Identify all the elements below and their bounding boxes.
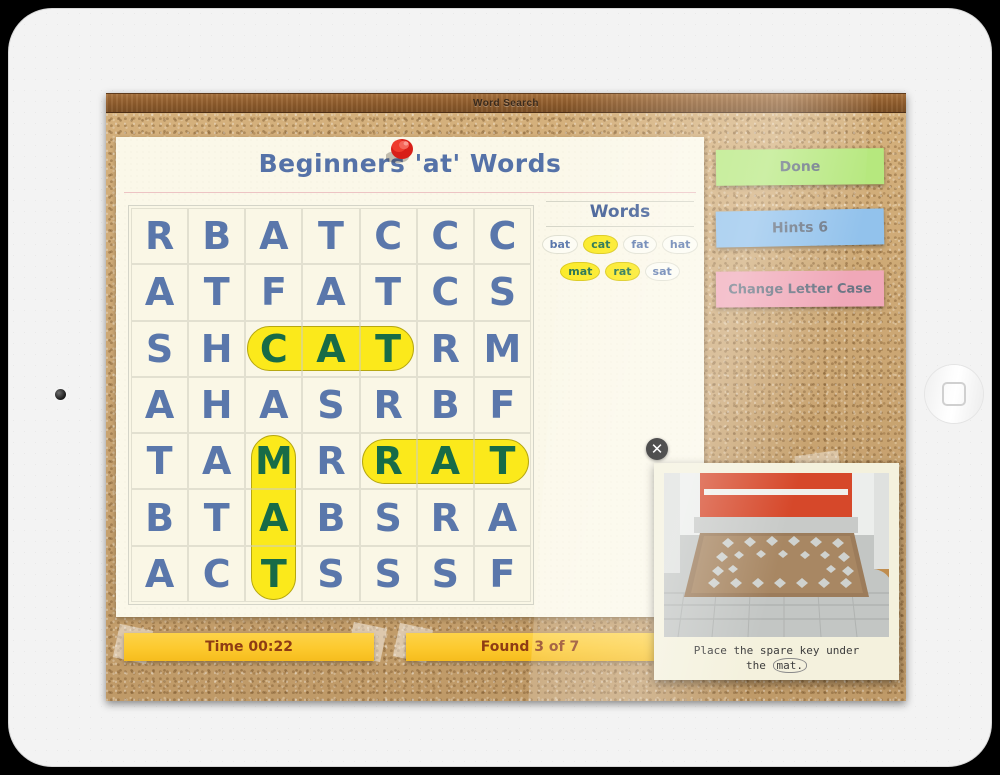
grid-cell[interactable]: A xyxy=(131,546,188,602)
grid-cell[interactable]: A xyxy=(474,489,531,545)
grid-cell[interactable]: C xyxy=(188,546,245,602)
grid-cell[interactable]: T xyxy=(188,264,245,320)
grid-cell[interactable]: R xyxy=(360,433,417,489)
hints-button[interactable]: Hints 6 xyxy=(715,208,885,248)
grid-cell[interactable]: R xyxy=(417,321,474,377)
grid-cell[interactable]: S xyxy=(360,546,417,602)
grid-cell[interactable]: F xyxy=(474,377,531,433)
word-pill-hat[interactable]: hat xyxy=(661,235,699,254)
grid-cell[interactable]: B xyxy=(188,208,245,264)
grid-cell[interactable]: T xyxy=(131,433,188,489)
change-case-button-label: Change Letter Case xyxy=(728,280,872,298)
grid-cell[interactable]: S xyxy=(417,546,474,602)
grid-cell[interactable]: C xyxy=(360,208,417,264)
grid-cell[interactable]: A xyxy=(245,377,302,433)
words-heading: Words xyxy=(589,202,651,222)
grid-cell[interactable]: A xyxy=(245,208,302,264)
grid-cell[interactable]: H xyxy=(188,321,245,377)
grid-cell[interactable]: S xyxy=(302,546,359,602)
caption-line-2-prefix: the xyxy=(746,658,773,672)
cork-board-background: Beginners 'at' Words RBATCCCATFATCSSHCAT… xyxy=(106,93,906,701)
letter-grid: RBATCCCATFATCSSHCATRMAHASRBFTAMRRATBTABS… xyxy=(131,208,531,602)
word-row: bat cat fat hat xyxy=(541,235,699,254)
found-count-tape: Found 3 of 7 xyxy=(392,622,654,664)
grid-cell[interactable]: B xyxy=(417,377,474,433)
ipad-device-frame: Word Search Beginners 'at' Words RBATCCC… xyxy=(8,8,992,767)
grid-cell[interactable]: A xyxy=(188,433,245,489)
word-pill-bat[interactable]: bat xyxy=(541,235,579,254)
grid-cell[interactable]: A xyxy=(417,433,474,489)
words-divider-bottom xyxy=(546,226,694,227)
grid-cell[interactable]: R xyxy=(360,377,417,433)
grid-cell[interactable]: T xyxy=(245,546,302,602)
grid-cell[interactable]: C xyxy=(417,208,474,264)
grid-cell[interactable]: F xyxy=(245,264,302,320)
grid-cell[interactable]: S xyxy=(474,264,531,320)
grid-cell[interactable]: C xyxy=(245,321,302,377)
caption-line-1: Place the spare key under xyxy=(693,644,860,657)
title-divider xyxy=(124,192,696,193)
grid-cell[interactable]: A xyxy=(302,321,359,377)
grid-cell[interactable]: H xyxy=(188,377,245,433)
home-button[interactable] xyxy=(925,365,983,423)
grid-cell[interactable]: B xyxy=(302,489,359,545)
grid-cell[interactable]: A xyxy=(131,377,188,433)
close-icon[interactable]: ✕ xyxy=(646,438,668,460)
grid-cell[interactable]: R xyxy=(131,208,188,264)
found-count-label: Found 3 of 7 xyxy=(406,633,654,661)
grid-cell[interactable]: M xyxy=(474,321,531,377)
hint-photo-popup: Place the spare key under the mat. xyxy=(654,463,899,680)
grid-cell[interactable]: A xyxy=(131,264,188,320)
front-camera-icon xyxy=(55,389,66,400)
grid-cell[interactable]: S xyxy=(302,377,359,433)
doormat-photo xyxy=(664,473,889,637)
home-square-icon xyxy=(942,382,966,406)
grid-cell[interactable]: M xyxy=(245,433,302,489)
word-pill-rat[interactable]: rat xyxy=(605,262,640,281)
hints-button-label: Hints 6 xyxy=(771,219,829,237)
grid-cell[interactable]: T xyxy=(360,264,417,320)
timer-tape: Time 00:22 xyxy=(112,621,388,665)
done-button-label: Done xyxy=(779,158,821,176)
word-pill-fat[interactable]: fat xyxy=(623,235,657,254)
grid-cell[interactable]: A xyxy=(302,264,359,320)
grid-cell[interactable]: T xyxy=(188,489,245,545)
word-list: bat cat fat hat mat rat sat xyxy=(541,235,699,281)
grid-cell[interactable]: S xyxy=(131,321,188,377)
grid-cell[interactable]: R xyxy=(302,433,359,489)
word-pill-cat[interactable]: cat xyxy=(583,235,619,254)
photo-caption: Place the spare key under the mat. xyxy=(664,644,889,674)
change-letter-case-button[interactable]: Change Letter Case xyxy=(715,270,885,308)
timer-label: Time 00:22 xyxy=(124,633,374,661)
grid-cell[interactable]: C xyxy=(417,264,474,320)
letter-grid-box[interactable]: RBATCCCATFATCSSHCATRMAHASRBFTAMRRATBTABS… xyxy=(128,205,534,605)
word-row: mat rat sat xyxy=(546,262,694,281)
puzzle-paper-sheet: Beginners 'at' Words RBATCCCATFATCSSHCAT… xyxy=(116,137,704,617)
grid-cell[interactable]: R xyxy=(417,489,474,545)
word-search-app-window: Word Search Beginners 'at' Words RBATCCC… xyxy=(106,93,906,701)
window-title: Word Search xyxy=(473,97,539,109)
caption-highlight-word: mat. xyxy=(772,657,807,673)
word-pill-sat[interactable]: sat xyxy=(644,262,680,281)
window-title-bar: Word Search xyxy=(106,93,906,113)
grid-cell[interactable]: T xyxy=(474,433,531,489)
grid-cell[interactable]: A xyxy=(245,489,302,545)
words-panel: Words bat cat fat hat mat rat sat xyxy=(541,197,699,281)
grid-cell[interactable]: B xyxy=(131,489,188,545)
grid-cell[interactable]: C xyxy=(474,208,531,264)
close-glyph: ✕ xyxy=(650,440,664,458)
word-pill-mat[interactable]: mat xyxy=(560,262,601,281)
grid-cell[interactable]: T xyxy=(302,208,359,264)
pushpin-icon xyxy=(386,139,413,163)
grid-cell[interactable]: F xyxy=(474,546,531,602)
grid-cell[interactable]: S xyxy=(360,489,417,545)
grid-cell[interactable]: T xyxy=(360,321,417,377)
done-button[interactable]: Done xyxy=(715,148,885,186)
